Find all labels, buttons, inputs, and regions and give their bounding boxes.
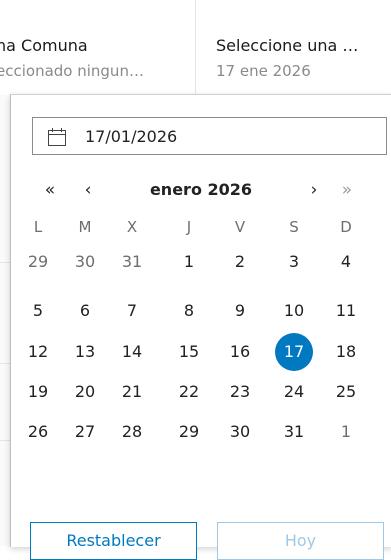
calendar-day[interactable]: 8: [170, 292, 208, 330]
calendar-day[interactable]: 27: [66, 413, 104, 451]
weekday-label: X: [126, 218, 138, 236]
calendar-day[interactable]: 31: [275, 413, 313, 451]
calendar-day[interactable]: 9: [221, 292, 259, 330]
filter-bar: na Comuna eccionado ningun… Seleccione u…: [0, 0, 391, 95]
prev-year-button[interactable]: «: [35, 175, 65, 205]
prev-month-button[interactable]: ‹: [73, 175, 103, 205]
selected-day[interactable]: 17: [275, 333, 313, 371]
calendar-day[interactable]: 23: [221, 373, 259, 411]
calendar-day[interactable]: 20: [66, 373, 104, 411]
calendar-day[interactable]: 16: [221, 333, 259, 371]
weekday-label: M: [78, 218, 92, 236]
today-button[interactable]: Hoy: [217, 522, 384, 560]
calendar-day[interactable]: 10: [275, 292, 313, 330]
calendar-day[interactable]: 4: [327, 243, 365, 281]
month-year-label: enero 2026: [149, 180, 253, 199]
date-input[interactable]: 17/01/2026: [32, 117, 387, 155]
date-picker-popover: 17/01/2026 « ‹ enero 2026 › » LMXJVSD 29…: [10, 94, 391, 560]
calendar-day[interactable]: 24: [275, 373, 313, 411]
calendar-day[interactable]: 13: [66, 333, 104, 371]
filter-comuna-title: na Comuna: [0, 36, 88, 55]
background-divider: [0, 363, 10, 364]
calendar-day[interactable]: 28: [113, 413, 151, 451]
calendar-day[interactable]: 19: [19, 373, 57, 411]
next-year-button[interactable]: »: [332, 175, 362, 205]
calendar-day[interactable]: 25: [327, 373, 365, 411]
weekday-label: S: [289, 218, 299, 236]
calendar-day[interactable]: 1: [170, 243, 208, 281]
filter-date[interactable]: Seleccione una … 17 ene 2026: [196, 0, 391, 95]
weekday-label: V: [234, 218, 246, 236]
weekday-label: J: [186, 218, 192, 236]
date-input-value: 17/01/2026: [85, 127, 178, 146]
filter-date-title: Seleccione una …: [216, 36, 359, 55]
calendar-day[interactable]: 7: [113, 292, 151, 330]
calendar-day[interactable]: 3: [275, 243, 313, 281]
calendar-day[interactable]: 2: [221, 243, 259, 281]
calendar-day[interactable]: 11: [327, 292, 365, 330]
filter-comuna[interactable]: na Comuna eccionado ningun…: [0, 0, 195, 95]
background-divider: [0, 440, 10, 441]
weekday-label: D: [340, 218, 352, 236]
calendar-day[interactable]: 31: [113, 243, 151, 281]
calendar-day[interactable]: 18: [327, 333, 365, 371]
weekday-label: L: [33, 218, 43, 236]
filter-date-subtitle: 17 ene 2026: [216, 62, 311, 80]
calendar-day[interactable]: 21: [113, 373, 151, 411]
calendar-day[interactable]: 12: [19, 333, 57, 371]
calendar-day[interactable]: 30: [221, 413, 259, 451]
calendar-day[interactable]: 5: [19, 292, 57, 330]
calendar-day[interactable]: 22: [170, 373, 208, 411]
calendar-day[interactable]: 30: [66, 243, 104, 281]
calendar-icon: [48, 128, 66, 146]
calendar-day[interactable]: 29: [170, 413, 208, 451]
next-month-button[interactable]: ›: [299, 175, 329, 205]
background-divider: [0, 262, 10, 263]
calendar-day[interactable]: 26: [19, 413, 57, 451]
calendar-day[interactable]: 14: [113, 333, 151, 371]
calendar-day[interactable]: 1: [327, 413, 365, 451]
filter-comuna-subtitle: eccionado ningun…: [0, 62, 144, 80]
calendar-day[interactable]: 29: [19, 243, 57, 281]
reset-button[interactable]: Restablecer: [30, 522, 197, 560]
calendar-day[interactable]: 15: [170, 333, 208, 371]
calendar-day[interactable]: 6: [66, 292, 104, 330]
